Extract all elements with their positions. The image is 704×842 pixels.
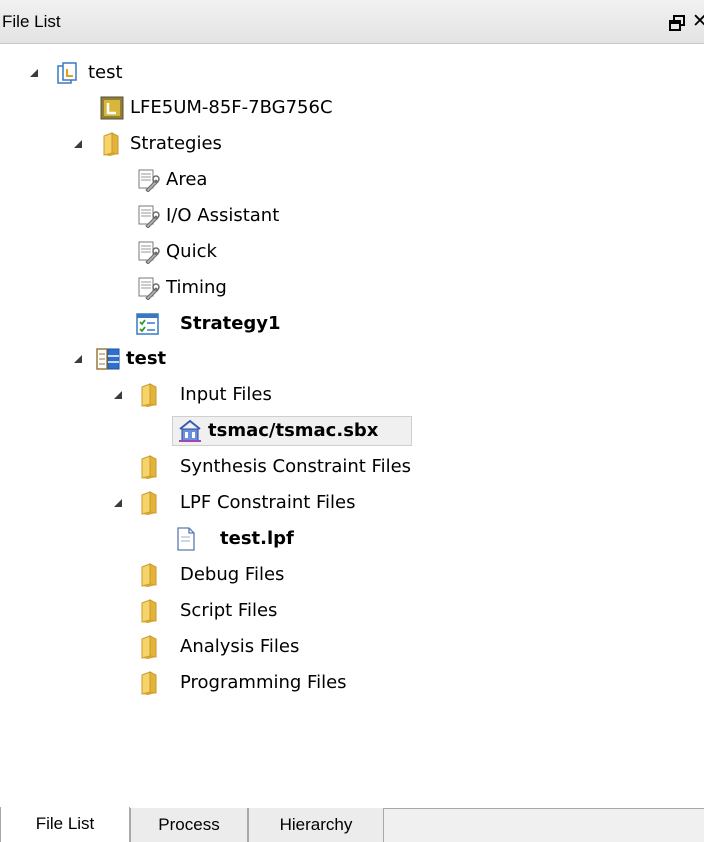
project-name: test (88, 62, 123, 83)
analysis-folder-label: Analysis Files (180, 636, 300, 657)
tree-row-implementation[interactable]: test (0, 344, 704, 374)
tree-row-project[interactable]: test (0, 58, 704, 88)
float-window-icon[interactable] (667, 13, 686, 32)
folder-icon (138, 671, 162, 695)
checklist-icon (136, 312, 160, 336)
document-icon (174, 527, 198, 551)
folder-icon (138, 491, 162, 515)
strategy-label: Area (166, 169, 208, 190)
tree-row-device[interactable]: LFE5UM-85F-7BG756C (0, 93, 704, 123)
tree-row-strategy-area[interactable]: Area (0, 165, 704, 195)
panel-title: File List (2, 12, 61, 31)
tree-row-strategies[interactable]: Strategies (0, 129, 704, 159)
tree-row-active-strategy[interactable]: Strategy1 (0, 309, 704, 339)
expand-arrow-icon[interactable] (70, 129, 86, 159)
tree-row-synthesis-files[interactable]: Synthesis Constraint Files (0, 452, 704, 482)
tab-file-list[interactable]: File List (0, 807, 130, 842)
strategy-icon (136, 240, 160, 264)
script-folder-label: Script Files (180, 600, 278, 621)
programming-folder-label: Programming Files (180, 672, 347, 693)
tree-row-lpf-file[interactable]: test.lpf (0, 524, 704, 554)
input-files-folder-label: Input Files (180, 384, 272, 405)
tree-row-script-files[interactable]: Script Files (0, 596, 704, 626)
tree-row-debug-files[interactable]: Debug Files (0, 560, 704, 590)
strategy-label: I/O Assistant (166, 205, 280, 226)
lpf-file-label: test.lpf (220, 528, 294, 549)
strategy-icon (136, 168, 160, 192)
tab-hierarchy[interactable]: Hierarchy (248, 808, 384, 842)
strategies-folder-label: Strategies (130, 133, 222, 154)
tree-row-input-file[interactable]: tsmac/tsmac.sbx (0, 416, 704, 446)
folder-icon (138, 383, 162, 407)
expand-arrow-icon[interactable] (110, 380, 126, 410)
lpf-folder-label: LPF Constraint Files (180, 492, 356, 513)
implementation-icon (96, 347, 120, 371)
tree-row-input-files[interactable]: Input Files (0, 380, 704, 410)
strategy-icon (136, 276, 160, 300)
implementation-label: test (126, 348, 167, 369)
close-icon[interactable]: ✕ (692, 10, 704, 32)
synthesis-folder-label: Synthesis Constraint Files (180, 456, 412, 477)
strategy-icon (136, 204, 160, 228)
folder-icon (138, 563, 162, 587)
folder-icon (138, 599, 162, 623)
project-icon (56, 61, 80, 85)
expand-arrow-icon[interactable] (110, 488, 126, 518)
sbx-file-icon (178, 419, 202, 443)
tab-process[interactable]: Process (130, 808, 248, 842)
tree-row-strategy-quick[interactable]: Quick (0, 237, 704, 267)
device-chip-icon (100, 96, 124, 120)
folder-icon (138, 455, 162, 479)
device-name: LFE5UM-85F-7BG756C (130, 97, 333, 118)
tree-row-lpf-files[interactable]: LPF Constraint Files (0, 488, 704, 518)
panel-titlebar: File List ✕ (0, 0, 704, 44)
input-file-label: tsmac/tsmac.sbx (208, 420, 379, 441)
tree-row-strategy-timing[interactable]: Timing (0, 273, 704, 303)
bottom-tab-bar: File List Process Hierarchy (0, 807, 704, 842)
expand-arrow-icon[interactable] (70, 344, 86, 374)
tree-row-strategy-io-assistant[interactable]: I/O Assistant (0, 201, 704, 231)
folder-icon (138, 635, 162, 659)
folder-icon (100, 132, 124, 156)
debug-folder-label: Debug Files (180, 564, 285, 585)
tree-row-analysis-files[interactable]: Analysis Files (0, 632, 704, 662)
tree-row-programming-files[interactable]: Programming Files (0, 668, 704, 698)
strategy-label: Timing (166, 277, 227, 298)
expand-arrow-icon[interactable] (26, 58, 42, 88)
strategy-label: Quick (166, 241, 217, 262)
active-strategy-label: Strategy1 (180, 313, 281, 334)
